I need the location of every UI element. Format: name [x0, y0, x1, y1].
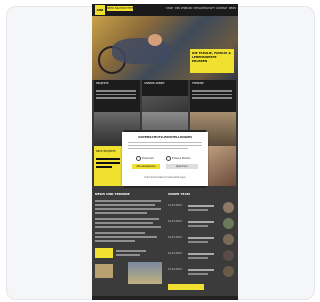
feature-card-label: TERMINE	[192, 82, 204, 85]
feature-card-label: UNSERE ARBEIT	[144, 82, 165, 85]
text-placeholder	[188, 221, 214, 223]
brand-label[interactable]: SEHR NACHRICHTEN	[107, 6, 133, 11]
news-title: NEWS UND TERMINE	[95, 192, 130, 196]
nav-item-start[interactable]: START	[166, 7, 173, 11]
text-placeholder	[95, 236, 157, 238]
text-placeholder	[188, 205, 214, 207]
nav-item-news[interactable]: NEWS	[229, 7, 236, 11]
hero-image: DIE FAMILIE, FAMILIE & LEBENSWERTE ERLEB…	[92, 16, 238, 80]
text-placeholder	[188, 257, 208, 259]
option-external-media-label: Externe Medien	[172, 157, 191, 160]
individual-settings-link[interactable]: Individuelle Datenschutzeinstellungen	[124, 176, 206, 179]
hero-headline-box: DIE FAMILIE, FAMILIE & LEBENSWERTE ERLEB…	[190, 49, 234, 73]
sponsor-logo	[95, 264, 113, 278]
text-placeholder	[96, 158, 120, 160]
option-essential[interactable]: Essenziell	[136, 156, 154, 161]
text-placeholder	[188, 241, 208, 243]
text-placeholder	[96, 166, 112, 168]
event-date: 24.03.2023	[168, 236, 182, 239]
text-placeholder	[192, 90, 232, 101]
text-placeholder	[188, 209, 208, 211]
avatar	[223, 250, 234, 261]
dialog-body-text	[128, 142, 202, 150]
dialog-title: DATENSCHUTZ-EINSTELLUNGEN	[138, 135, 192, 139]
text-placeholder	[96, 162, 120, 164]
hero-line-3: ERLEBEN	[192, 59, 208, 63]
site-logo[interactable]: ARB	[95, 5, 105, 15]
event-row[interactable]: 24.03.2023	[168, 234, 236, 246]
promo-card[interactable]: NEUE PROJEKTE	[94, 146, 124, 186]
nav-item-kontakt[interactable]: KONTAKT	[216, 7, 227, 11]
text-placeholder	[116, 250, 146, 252]
site-header: ARB SEHR NACHRICHTEN START DER VERBAND M…	[92, 4, 238, 16]
avatar	[223, 234, 234, 245]
news-photo[interactable]	[128, 262, 162, 284]
radio-icon	[166, 156, 171, 161]
news-section: NEWS UND TERMINE UNSER TEAM 12.03.2023 1…	[92, 188, 238, 300]
text-placeholder	[95, 212, 147, 214]
avatar	[223, 202, 234, 213]
event-row[interactable]: 02.04.2023	[168, 250, 236, 262]
text-placeholder	[188, 237, 214, 239]
text-placeholder	[188, 273, 208, 275]
event-date: 12.03.2023	[168, 204, 182, 207]
side-photo	[206, 146, 236, 186]
text-placeholder	[95, 240, 135, 242]
text-placeholder	[95, 226, 161, 228]
save-settings-button[interactable]: Speichern	[166, 164, 198, 169]
text-placeholder	[96, 90, 136, 101]
hero-face-shape	[148, 34, 162, 46]
promo-thumbnail[interactable]	[95, 248, 113, 258]
event-date: 18.03.2023	[168, 220, 182, 223]
event-row[interactable]: 15.04.2023	[168, 266, 236, 278]
cookie-consent-dialog: DATENSCHUTZ-EINSTELLUNGEN Essenziell Ext…	[122, 132, 208, 186]
text-placeholder	[95, 200, 161, 202]
avatar	[223, 218, 234, 229]
text-placeholder	[95, 208, 161, 210]
text-placeholder	[95, 204, 155, 206]
hero-person-shape	[112, 38, 172, 64]
text-placeholder	[95, 222, 153, 224]
promo-card-label: NEUE PROJEKTE	[96, 150, 116, 153]
text-placeholder	[188, 269, 214, 271]
radio-icon	[136, 156, 141, 161]
text-placeholder	[188, 225, 208, 227]
option-external-media[interactable]: Externe Medien	[166, 156, 191, 161]
accept-all-button[interactable]: Alle akzeptieren	[132, 164, 160, 169]
option-essential-label: Essenziell	[142, 157, 154, 160]
event-row[interactable]: 12.03.2023	[168, 202, 236, 214]
feature-card-label: PROJEKTE	[96, 82, 109, 85]
text-placeholder	[188, 253, 214, 255]
nav-item-mitgliedschaft[interactable]: MITGLIEDSCHAFT	[194, 7, 215, 11]
site-footer	[92, 296, 238, 300]
nav-item-verband[interactable]: DER VERBAND	[175, 7, 192, 11]
text-placeholder	[116, 254, 140, 256]
text-placeholder	[95, 218, 159, 220]
team-title: UNSER TEAM	[168, 192, 190, 196]
more-events-button[interactable]	[168, 284, 204, 290]
avatar	[223, 266, 234, 277]
text-placeholder	[95, 232, 145, 234]
main-nav: START DER VERBAND MITGLIEDSCHAFT KONTAKT…	[166, 7, 236, 11]
event-date: 02.04.2023	[168, 252, 182, 255]
webpage-preview: ARB SEHR NACHRICHTEN START DER VERBAND M…	[92, 4, 238, 300]
event-date: 15.04.2023	[168, 268, 182, 271]
event-row[interactable]: 18.03.2023	[168, 218, 236, 230]
